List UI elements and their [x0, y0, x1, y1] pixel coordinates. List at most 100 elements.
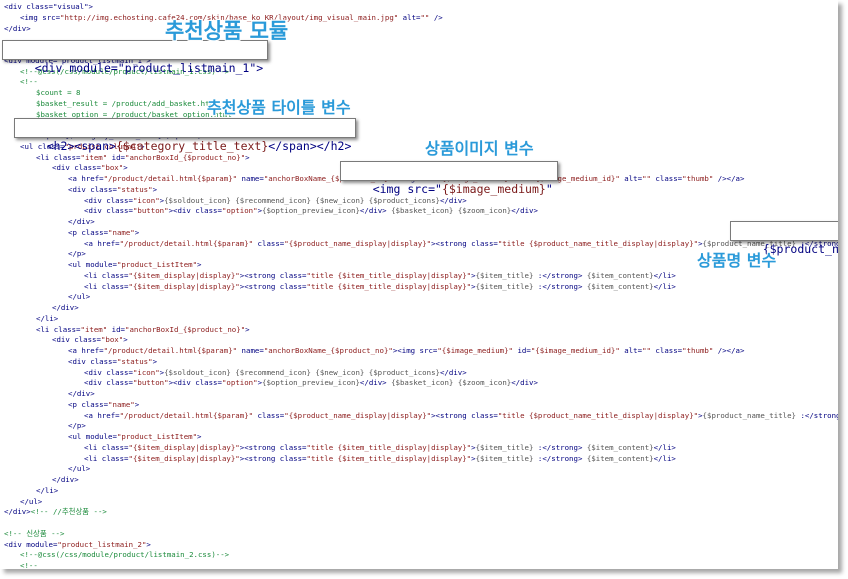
code-token: </div>: [439, 367, 467, 377]
code-line: <div class="button"><div class="option">…: [84, 378, 538, 389]
category-title-variable: {$category_title_text}: [115, 139, 269, 153]
code-screenshot-frame: <div class="visual"> <img src="http://img…: [0, 0, 838, 569]
code-token: ><strong class=: [239, 453, 307, 463]
code-token: <a href=: [84, 238, 120, 248]
code-token: {$item_content}: [586, 442, 654, 452]
code-token: <a href=: [84, 410, 120, 420]
code-token: >: [245, 324, 250, 334]
code-token: :</strong>: [533, 281, 587, 291]
code-token: "{$product_name_display|display}": [284, 410, 432, 420]
code-token: $basket_result = /product/add_basket.htm…: [36, 98, 219, 108]
code-token: <div class="visual">: [4, 2, 93, 11]
h2-close-text: </span></h2>: [268, 139, 352, 153]
code-token: "status": [116, 184, 153, 194]
code-token: <li class=: [84, 281, 129, 291]
code-token: "{$item_display|display}": [128, 270, 240, 280]
code-token: </li>: [36, 485, 59, 495]
code-token: <li class=: [84, 270, 129, 280]
code-token: </ul>: [68, 464, 91, 474]
code-token: ><strong class=: [239, 442, 307, 452]
module-annotation: 추천상품 모듈: [165, 19, 289, 43]
code-line: </li>: [36, 314, 58, 325]
code-line: <!--@css(/css/module/product/listmain_2.…: [20, 550, 229, 561]
code-token: <div class=: [84, 206, 133, 216]
code-token: "title {$item_title_display|display}": [306, 453, 472, 463]
code-token: >: [152, 356, 158, 366]
code-token: <li class=: [36, 324, 81, 334]
code-token: "box": [100, 335, 124, 345]
code-token: <!--: [20, 561, 38, 569]
code-line: </div>: [52, 475, 79, 486]
code-line: <ul module="product_ListItem">: [68, 432, 202, 443]
code-line: <!--: [20, 561, 38, 569]
image-src-callout: <img src="{$image_medium}": [340, 161, 558, 196]
code-token: name=: [237, 346, 264, 355]
code-token: ><img src=: [392, 346, 438, 355]
module-div-text: <div module="product_listmain_1">: [34, 61, 264, 75]
code-token: >: [134, 399, 140, 409]
code-token: <!--: [20, 77, 38, 87]
code-token: >: [146, 539, 151, 549]
code-line: </div>: [68, 389, 95, 400]
code-token: "box": [100, 163, 124, 173]
code-token: "/product/detail.html{$param}": [119, 238, 254, 248]
code-line: </p>: [68, 249, 86, 260]
code-token: "button": [132, 206, 169, 216]
code-line: </p>: [68, 421, 86, 432]
code-token: ><strong class=: [431, 238, 498, 248]
code-token: <a href=: [68, 346, 104, 355]
code-token: </li>: [653, 270, 676, 280]
title-variable-annotation: 추천상품 타이틀 변수: [207, 98, 351, 117]
code-token: </li>: [36, 313, 59, 323]
code-token: {$item_title}: [475, 442, 534, 452]
code-token: ><strong class=: [239, 270, 307, 280]
code-token: alt=: [398, 12, 421, 22]
code-token: $count = 8: [36, 88, 81, 97]
code-line: </ul>: [68, 292, 90, 303]
code-token: "name": [108, 227, 135, 237]
code-line: </div>: [52, 303, 79, 314]
code-token: >: [197, 432, 202, 441]
code-token: :</strong>: [533, 453, 587, 463]
code-token: <li class=: [84, 453, 129, 463]
code-line: <div class="status">: [68, 185, 157, 196]
code-token: </li>: [653, 442, 676, 452]
code-token: <img src=: [20, 12, 61, 22]
code-token: </li>: [653, 281, 676, 291]
code-token: "product_ListItem": [116, 260, 198, 269]
code-line: </div>: [68, 217, 95, 228]
code-token: <div class=: [84, 367, 133, 377]
code-token: </div>: [68, 217, 95, 226]
code-line: <div class="icon">{$soldout_icon} {$reco…: [84, 368, 467, 379]
code-line: <div class="status">: [68, 357, 157, 368]
code-token: <div class=: [68, 184, 117, 194]
code-token: "icon": [132, 195, 160, 205]
code-line: <li class="{$item_display|display}"><str…: [84, 443, 676, 454]
code-token: {$soldout_icon} {$recommend_icon} {$new_…: [164, 367, 440, 377]
code-token: />: [429, 12, 443, 22]
code-token: ><div class=: [168, 378, 222, 388]
code-line: <a href="/product/detail.html{$param}" c…: [84, 411, 838, 422]
code-token: <p class=: [68, 399, 109, 409]
code-token: </li>: [653, 453, 676, 463]
code-token: "{$product_name_display|display}": [284, 238, 432, 248]
code-token: {$item_content}: [586, 453, 654, 463]
code-line: <li class="item" id="anchorBoxId_{$produ…: [36, 325, 250, 336]
code-line: <!-- 신상품 -->: [4, 529, 64, 540]
code-token: <div class=: [68, 356, 117, 366]
code-token: <div class=: [84, 378, 133, 388]
code-token: "/product/detail.html{$param}": [103, 174, 238, 183]
code-token: id=: [107, 324, 126, 334]
code-line: <div class="box">: [52, 163, 128, 174]
code-token: "": [642, 346, 651, 355]
code-token: >: [123, 335, 128, 345]
code-token: "anchorBoxId_{$product_no}": [125, 324, 246, 334]
code-token: </div>: [52, 303, 79, 312]
code-token: <ul module=: [68, 260, 117, 269]
code-line: <li class="{$item_display|display}"><str…: [84, 282, 676, 293]
code-line: <!--: [20, 77, 38, 88]
code-line: <div class="button"><div class="option">…: [84, 206, 538, 217]
code-token: "item": [80, 324, 108, 334]
code-token: {$item_title}: [475, 270, 534, 280]
code-token: :</strong>: [533, 442, 587, 452]
